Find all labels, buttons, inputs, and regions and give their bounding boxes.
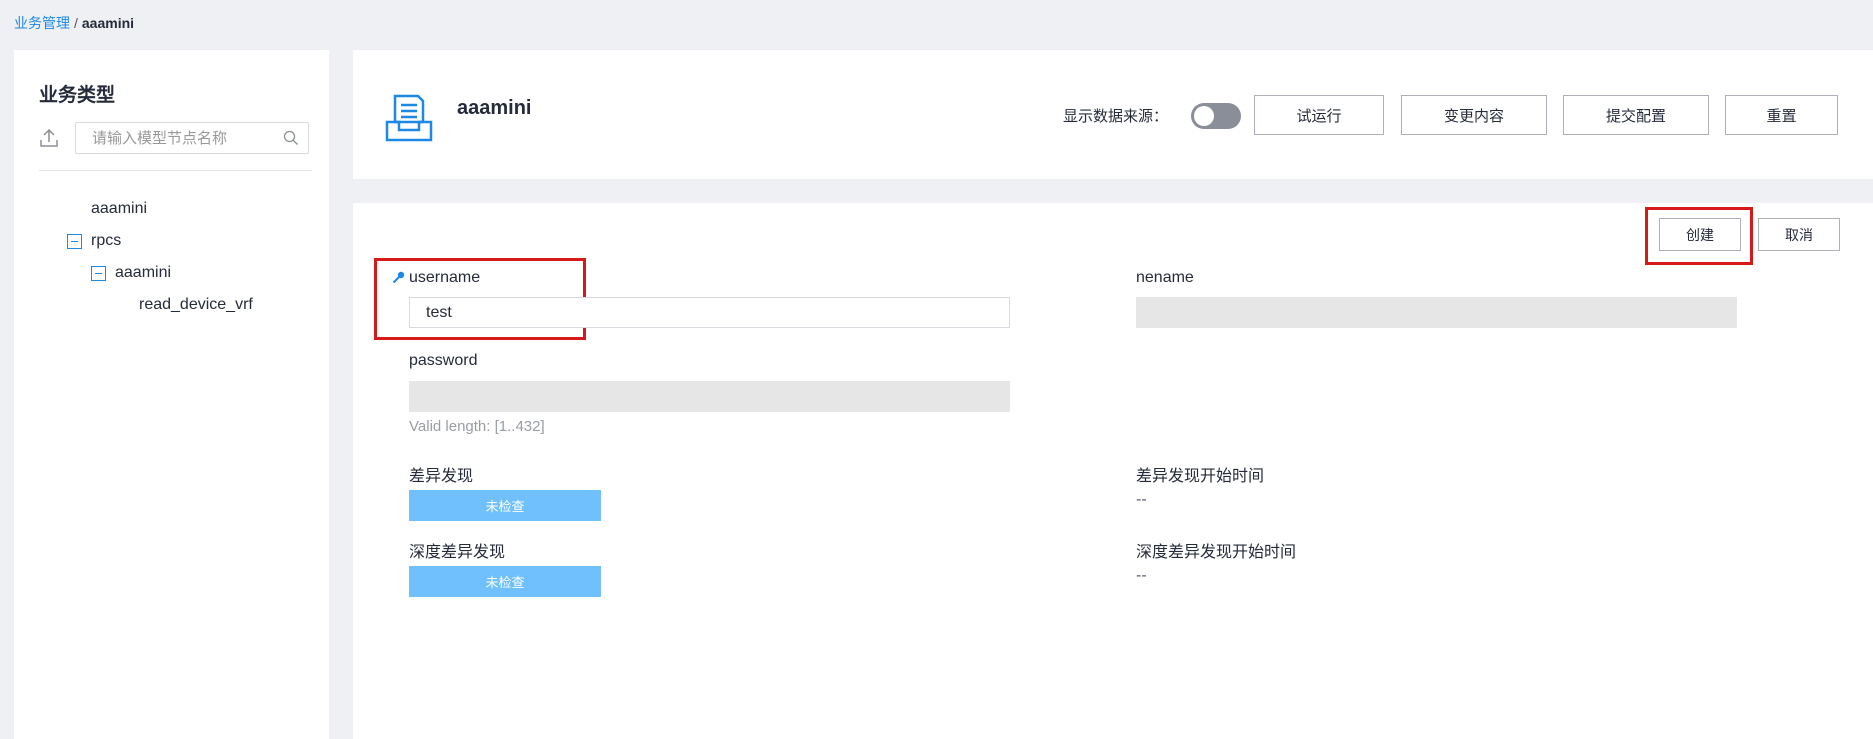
tree-node-aaamini-rpc[interactable]: aaamini xyxy=(91,264,171,282)
breadcrumb-link-business-management[interactable]: 业务管理 xyxy=(14,15,70,31)
deep-diff-discovery-start-value: -- xyxy=(1136,567,1147,584)
collapse-icon[interactable] xyxy=(67,233,82,249)
tree-node-read-device-vrf[interactable]: read_device_vrf xyxy=(139,296,253,314)
form-card: 创建 取消 username nename password Valid len… xyxy=(353,203,1873,739)
tree-node-label: aaamini xyxy=(115,264,172,281)
document-tray-icon xyxy=(385,94,433,142)
diff-discovery-label: 差异发现 xyxy=(409,468,474,485)
key-icon xyxy=(392,271,405,284)
cancel-button[interactable]: 取消 xyxy=(1758,218,1840,251)
create-button[interactable]: 创建 xyxy=(1659,218,1741,251)
trial-run-button[interactable]: 试运行 xyxy=(1254,95,1384,135)
password-hint: Valid length: [1..432] xyxy=(409,418,545,435)
breadcrumb: 业务管理 / aaamini xyxy=(14,13,134,33)
tree-node-label: read_device_vrf xyxy=(139,296,253,313)
nename-input xyxy=(1136,297,1737,328)
submit-config-button[interactable]: 提交配置 xyxy=(1563,95,1709,135)
deep-diff-discovery-status[interactable]: 未检查 xyxy=(409,566,601,597)
header-card: aaamini 显示数据来源： 试运行 变更内容 提交配置 重置 xyxy=(353,50,1873,179)
breadcrumb-separator: / xyxy=(74,15,78,31)
show-data-source-label: 显示数据来源： xyxy=(1063,108,1169,125)
sidebar: 业务类型 aaamini rpcs aaamini read_device_vr… xyxy=(14,50,329,739)
deep-diff-discovery-label: 深度差异发现 xyxy=(409,544,506,561)
upload-icon[interactable] xyxy=(38,127,60,149)
deep-diff-discovery-start-label: 深度差异发现开始时间 xyxy=(1136,544,1297,561)
password-label: password xyxy=(409,352,478,369)
diff-discovery-start-label: 差异发现开始时间 xyxy=(1136,468,1265,485)
username-label: username xyxy=(409,269,481,286)
tree-search-input[interactable] xyxy=(76,123,276,153)
tree-node-label: rpcs xyxy=(91,232,122,249)
toggle-knob xyxy=(1194,106,1214,126)
reset-button[interactable]: 重置 xyxy=(1725,95,1838,135)
tree-node-label: aaamini xyxy=(91,200,148,217)
diff-discovery-start-value: -- xyxy=(1136,491,1147,508)
breadcrumb-current: aaamini xyxy=(81,15,135,31)
change-content-button[interactable]: 变更内容 xyxy=(1401,95,1547,135)
tree-search-box xyxy=(75,122,309,154)
tree-node-aaamini-root[interactable]: aaamini xyxy=(91,200,147,218)
password-input xyxy=(409,381,1010,412)
sidebar-title: 业务类型 xyxy=(39,85,116,106)
diff-discovery-status[interactable]: 未检查 xyxy=(409,490,601,521)
nename-label: nename xyxy=(1136,269,1194,286)
tree-node-rpcs[interactable]: rpcs xyxy=(67,232,121,250)
collapse-icon[interactable] xyxy=(91,265,106,281)
username-input[interactable] xyxy=(409,297,1010,328)
show-data-source-toggle[interactable] xyxy=(1191,103,1241,129)
search-icon[interactable] xyxy=(283,130,299,146)
sidebar-divider xyxy=(39,170,312,171)
page-title: aaamini xyxy=(457,97,532,119)
